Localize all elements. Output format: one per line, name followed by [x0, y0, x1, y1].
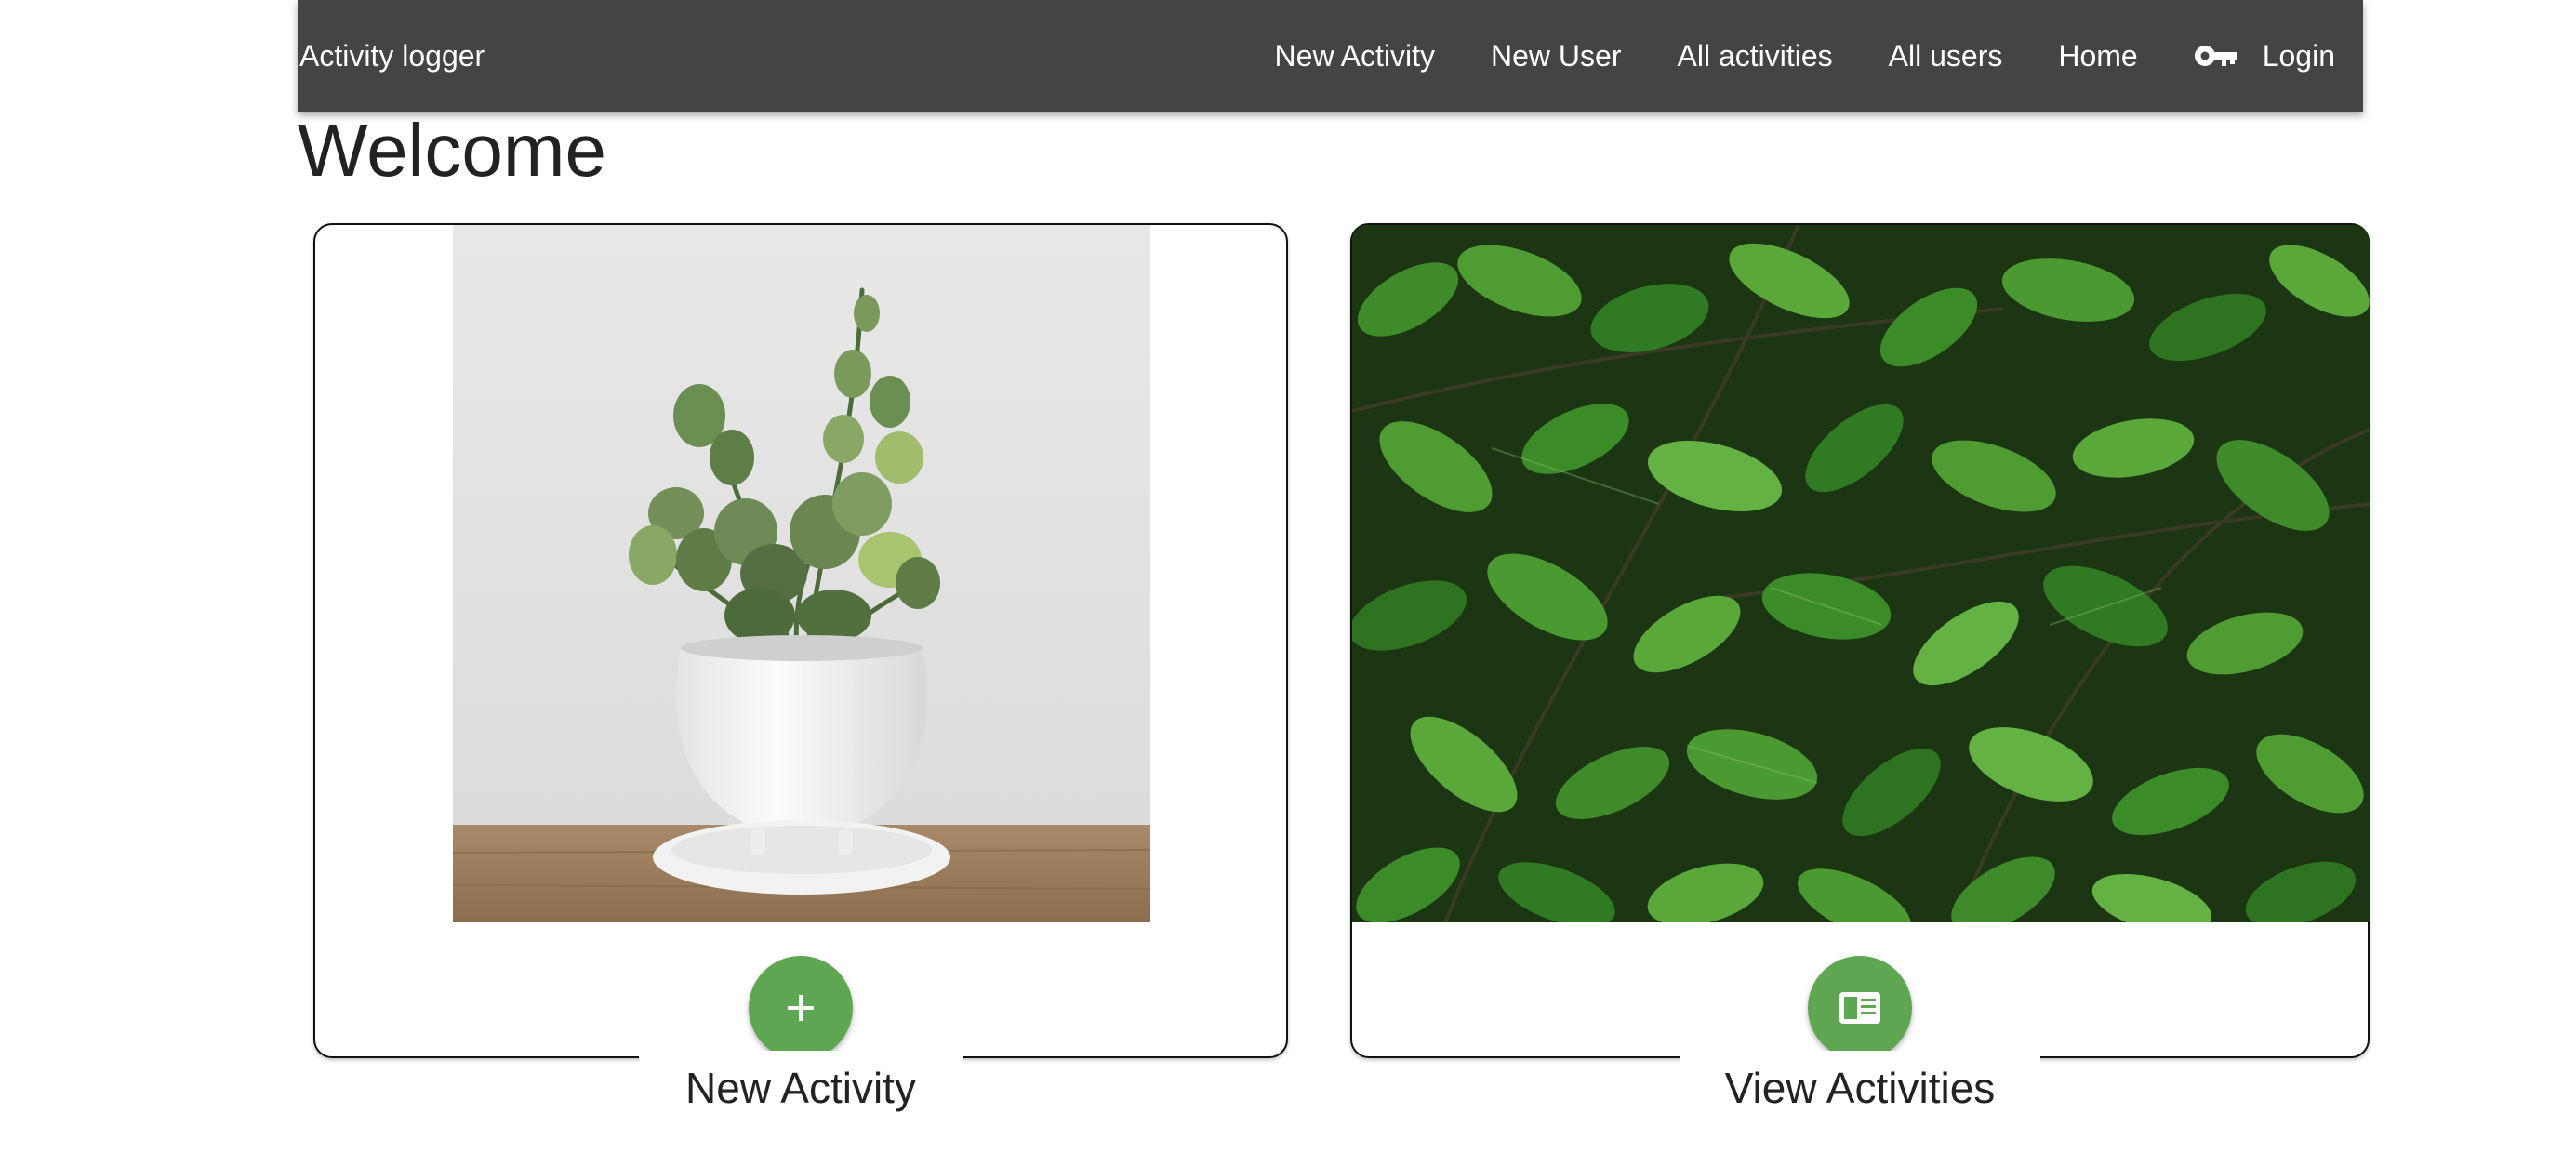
new-activity-card: New Activity [313, 223, 1288, 1125]
nav-all-activities[interactable]: All activities [1677, 39, 1832, 73]
list-icon [1839, 992, 1880, 1024]
green-leaves-image [1352, 225, 2370, 922]
view-activities-label[interactable]: View Activities [1680, 1051, 2040, 1125]
nav-new-activity[interactable]: New Activity [1275, 39, 1435, 73]
key-icon [2194, 46, 2237, 66]
nav-all-users[interactable]: All users [1889, 39, 2003, 73]
nav-links: New Activity New User All activities All… [1219, 39, 2335, 73]
view-activities-card: View Activities [1350, 223, 2370, 1125]
view-activities-button[interactable] [1808, 956, 1912, 1060]
plus-icon [788, 995, 814, 1021]
nav-login[interactable]: Login [2194, 39, 2335, 73]
potted-plant-image [453, 225, 1150, 922]
nav-home[interactable]: Home [2058, 39, 2137, 73]
nav-new-user[interactable]: New User [1491, 39, 1621, 73]
new-activity-label[interactable]: New Activity [639, 1051, 963, 1125]
brand-link[interactable]: Activity logger [299, 39, 485, 73]
page-title: Welcome [298, 109, 606, 192]
new-activity-button[interactable] [749, 956, 853, 1060]
top-navbar: Activity logger New Activity New User Al… [298, 0, 2363, 112]
login-label: Login [2262, 38, 2335, 73]
